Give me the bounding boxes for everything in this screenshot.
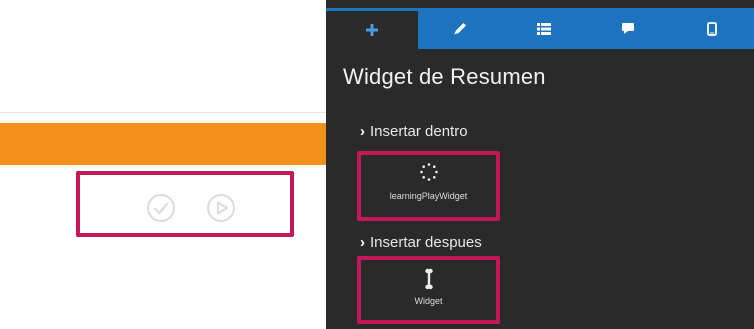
mobile-icon — [707, 21, 717, 36]
editor-panel: Widget de Resumen › Insertar dentro learn… — [326, 0, 754, 329]
tab-mobile[interactable] — [670, 8, 754, 49]
section-heading-insert-inside[interactable]: › Insertar dentro — [360, 123, 468, 140]
check-circle-icon[interactable] — [146, 193, 176, 223]
list-icon — [537, 22, 551, 35]
tab-comments[interactable] — [586, 8, 670, 49]
header-bar — [0, 123, 326, 280]
chat-icon — [622, 23, 634, 34]
widget-label: Widget — [414, 296, 443, 306]
search-icon[interactable] — [276, 258, 298, 280]
tab-edit[interactable] — [418, 8, 502, 49]
chevron-right-icon: › — [360, 123, 365, 140]
preview-widget-highlight[interactable] — [76, 171, 294, 237]
divider-line — [0, 112, 326, 113]
spinner-icon — [419, 163, 438, 181]
tab-add[interactable] — [326, 8, 418, 49]
section-heading-label: Insertar dentro — [370, 123, 468, 140]
plus-icon — [366, 24, 378, 36]
play-circle-icon[interactable] — [206, 193, 236, 223]
tab-bar — [326, 8, 754, 49]
section-heading-insert-after[interactable]: › Insertar despues — [360, 234, 482, 251]
widget-card-learningplay[interactable]: learningPlayWidget — [357, 151, 500, 221]
section-heading-label: Insertar despues — [370, 234, 482, 251]
tab-list[interactable] — [502, 8, 586, 49]
panel-title: Widget de Resumen — [343, 64, 546, 89]
widget-card-widget[interactable]: Widget — [357, 256, 500, 324]
chevron-right-icon: › — [360, 234, 365, 251]
pencil-icon — [454, 22, 466, 35]
bone-icon — [424, 268, 433, 290]
widget-label: learningPlayWidget — [389, 191, 468, 201]
page-preview — [0, 0, 326, 329]
